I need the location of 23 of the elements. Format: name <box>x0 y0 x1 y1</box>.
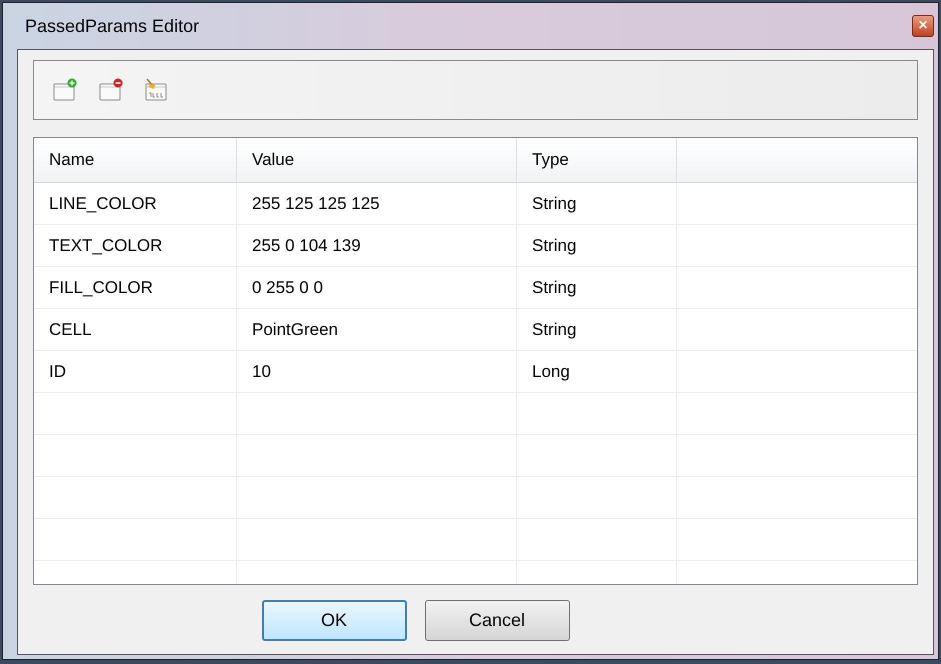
column-header[interactable]: Value <box>237 138 517 182</box>
table-cell: LINE_COLOR <box>34 183 237 224</box>
table-cell: TEXT_COLOR <box>34 225 237 266</box>
table-cell: 255 125 125 125 <box>237 183 517 224</box>
table-cell: String <box>517 183 677 224</box>
table-cell: Long <box>517 351 677 392</box>
window-title: PassedParams Editor <box>24 14 200 38</box>
table-cell: 255 0 104 139 <box>237 225 517 266</box>
add-row-icon[interactable] <box>52 78 78 102</box>
table-cell: PointGreen <box>237 309 517 350</box>
table-cell: CELL <box>34 309 237 350</box>
table-cell: 0 255 0 0 <box>237 267 517 308</box>
table-cell: ID <box>34 351 237 392</box>
table-cell: String <box>517 309 677 350</box>
column-header[interactable]: Name <box>34 138 237 182</box>
table-cell: 10 <box>237 351 517 392</box>
table-cell: String <box>517 225 677 266</box>
table-cell: String <box>517 267 677 308</box>
column-header[interactable]: Type <box>517 138 677 182</box>
cancel-button[interactable]: Cancel <box>424 600 570 641</box>
ok-button[interactable]: OK <box>262 600 406 641</box>
remove-row-icon[interactable] <box>98 78 124 102</box>
table-cell: FILL_COLOR <box>34 267 237 308</box>
